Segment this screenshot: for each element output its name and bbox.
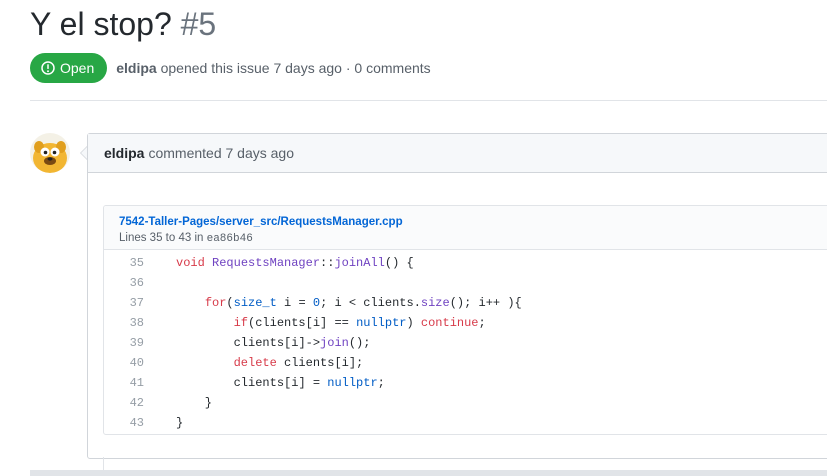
comment-author-link[interactable]: eldipa <box>104 145 144 161</box>
jake-avatar <box>30 133 70 173</box>
line-number[interactable]: 35 <box>104 253 144 273</box>
code-text: delete clients[i]; <box>233 356 364 370</box>
line-number[interactable]: 39 <box>104 333 144 353</box>
issue-title-text: Y el stop? <box>30 6 172 42</box>
code-text: clients[i] = nullptr; <box>233 376 385 390</box>
timeline-bottom-bar <box>30 470 827 476</box>
line-number[interactable]: 43 <box>104 413 144 433</box>
header-divider <box>30 100 827 101</box>
code-line: 36 <box>104 273 827 293</box>
code-line: 40 delete clients[i]; <box>104 353 827 373</box>
code-text: if(clients[i] == nullptr) continue; <box>233 316 486 330</box>
line-number[interactable]: 36 <box>104 273 144 293</box>
code-text: } <box>176 416 184 430</box>
snippet-lines-text: Lines 35 to 43 in <box>119 232 204 244</box>
code-line: 41 clients[i] = nullptr; <box>104 373 827 393</box>
code-line: 37 for(size_t i = 0; i < clients.size();… <box>104 293 827 313</box>
issue-opened-icon <box>41 61 55 75</box>
state-badge: Open <box>30 53 108 83</box>
code-text: } <box>176 396 213 410</box>
snippet-file-link[interactable]: 7542-Taller-Pages/server_src/RequestsMan… <box>119 216 403 228</box>
code-line: 43} <box>104 413 827 433</box>
issue-state-row: Open eldipa opened this issue 7 days ago… <box>30 53 431 83</box>
comment-timestamp[interactable]: commented 7 days ago <box>148 145 294 161</box>
snippet-header: 7542-Taller-Pages/server_src/RequestsMan… <box>104 206 827 250</box>
commit-sha[interactable]: ea86b46 <box>207 233 253 245</box>
issue-page: Y el stop? #5 Open eldipa opened this is… <box>0 0 827 476</box>
issue-author-link[interactable]: eldipa <box>116 60 156 76</box>
snippet-lines-info: Lines 35 to 43 in ea86b46 <box>119 230 827 247</box>
line-number[interactable]: 41 <box>104 373 144 393</box>
line-number[interactable]: 38 <box>104 313 144 333</box>
issue-number: #5 <box>180 6 217 42</box>
issue-title: Y el stop? #5 <box>30 4 216 44</box>
code-text: for(size_t i = 0; i < clients.size(); i+… <box>204 296 522 310</box>
code-text: void RequestsManager::joinAll() { <box>176 256 414 270</box>
comment-header: eldipa commented 7 days ago <box>88 134 827 173</box>
state-label: Open <box>60 60 95 76</box>
code-text: clients[i]->join(); <box>233 336 371 350</box>
code-line: 35 void RequestsManager::joinAll() { <box>104 253 827 273</box>
code-line: 39 clients[i]->join(); <box>104 333 827 353</box>
code-line: 38 if(clients[i] == nullptr) continue; <box>104 313 827 333</box>
code-body: 35 void RequestsManager::joinAll() {36 37 … <box>104 250 827 433</box>
line-number[interactable]: 37 <box>104 293 144 313</box>
code-line: 42 } <box>104 393 827 413</box>
line-number[interactable]: 42 <box>104 393 144 413</box>
line-number[interactable]: 40 <box>104 353 144 373</box>
issue-meta: eldipa opened this issue 7 days ago · 0 … <box>116 60 430 76</box>
avatar[interactable] <box>30 133 70 173</box>
issue-meta-text: opened this issue 7 days ago · 0 comment… <box>160 60 431 76</box>
code-snippet: 7542-Taller-Pages/server_src/RequestsMan… <box>103 205 827 435</box>
